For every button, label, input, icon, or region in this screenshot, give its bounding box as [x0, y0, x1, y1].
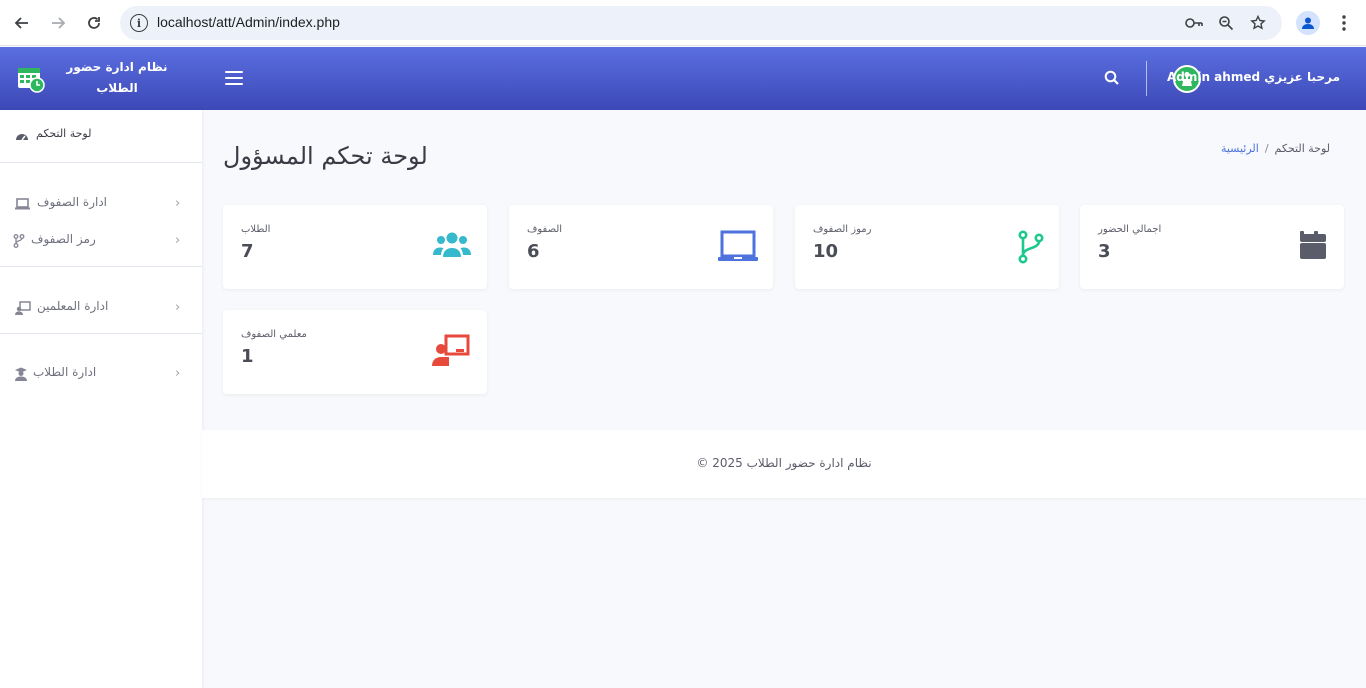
arrow-left-icon	[14, 17, 28, 29]
card-value: 6	[527, 241, 540, 262]
sidebar-item-label: ادارة الصفوف	[37, 195, 108, 209]
brand-title[interactable]: نظام ادارة حضور الطلاب	[62, 57, 172, 99]
chevron-right-icon: ›	[175, 300, 181, 315]
code-branch-icon	[13, 233, 27, 248]
site-info-icon[interactable]: i	[130, 14, 148, 32]
stat-card-attendance[interactable]: اجمالي الحضور 3	[1080, 205, 1344, 289]
forward-button[interactable]	[46, 11, 70, 35]
footer-copyright: نظام ادارة حضور الطلاب 2025 ©	[696, 456, 872, 470]
arrow-right-icon	[52, 17, 66, 29]
menu-toggle-icon[interactable]	[225, 71, 243, 85]
card-label: معلمي الصفوف	[241, 329, 307, 340]
brand-line-2: الطلاب	[96, 81, 138, 95]
stat-card-students[interactable]: الطلاب 7	[223, 205, 487, 289]
card-label: الصفوف	[527, 224, 563, 235]
breadcrumb-current: لوحة التحكم	[1274, 142, 1330, 155]
person-icon	[1302, 17, 1314, 29]
stat-card-teachers[interactable]: معلمي الصفوف 1	[223, 310, 487, 394]
sidebar-item-students[interactable]: ادارة الطلاب ›	[0, 358, 202, 388]
user-graduate-icon	[15, 366, 29, 381]
sidebar-item-label: لوحة التحكم	[36, 127, 92, 140]
calendar-icon	[1294, 227, 1334, 267]
laptop-icon	[718, 227, 758, 267]
stat-card-classes[interactable]: الصفوف 6	[509, 205, 773, 289]
card-value: 3	[1098, 241, 1111, 262]
search-icon[interactable]	[1104, 70, 1120, 86]
sidebar-item-class-codes[interactable]: رمز الصفوف ›	[0, 225, 202, 255]
chalkboard-teacher-icon	[15, 300, 31, 315]
chevron-right-icon: ›	[175, 196, 181, 211]
footer: نظام ادارة حضور الطلاب 2025 ©	[202, 430, 1366, 498]
sidebar-item-label: رمز الصفوف	[31, 232, 96, 246]
profile-button[interactable]	[1296, 11, 1320, 35]
sidebar-divider	[0, 266, 202, 267]
url-text[interactable]: localhost/att/Admin/index.php	[157, 14, 340, 30]
address-bar[interactable]: i localhost/att/Admin/index.php	[120, 6, 1282, 40]
page-title: لوحة تحكم المسؤول	[223, 142, 428, 170]
card-label: رموز الصفوف	[813, 224, 872, 235]
user-greeting[interactable]: مرحبا عزيزي Admin ahmed	[1167, 70, 1340, 84]
reload-button[interactable]	[82, 11, 106, 35]
star-icon[interactable]	[1248, 13, 1268, 33]
tachometer-icon	[15, 128, 29, 142]
card-label: الطلاب	[241, 224, 271, 235]
sidebar-item-classes[interactable]: ادارة الصفوف ›	[0, 188, 202, 218]
sidebar-divider	[0, 333, 202, 334]
zoom-icon[interactable]	[1216, 13, 1236, 33]
card-value: 1	[241, 346, 254, 367]
top-navbar: نظام ادارة حضور الطلاب مرحبا عزيزي Admin…	[0, 47, 1366, 110]
chalkboard-teacher-icon	[432, 332, 472, 372]
sidebar-item-teachers[interactable]: ادارة المعلمين ›	[0, 292, 202, 322]
more-vert-icon	[1342, 15, 1346, 31]
card-value: 7	[241, 241, 254, 262]
users-icon	[432, 227, 472, 267]
reload-icon	[88, 17, 100, 29]
card-label: اجمالي الحضور	[1098, 224, 1162, 235]
stat-card-class-codes[interactable]: رموز الصفوف 10	[795, 205, 1059, 289]
browser-toolbar: i localhost/att/Admin/index.php	[0, 0, 1366, 46]
laptop-icon	[15, 196, 30, 210]
sidebar-divider	[0, 162, 202, 163]
sidebar-item-dashboard[interactable]: لوحة التحكم	[0, 120, 202, 150]
chevron-right-icon: ›	[175, 233, 181, 248]
breadcrumb-separator: /	[1264, 142, 1269, 155]
breadcrumb: لوحة التحكم / الرئيسية	[1221, 142, 1330, 155]
back-button[interactable]	[10, 11, 34, 35]
sidebar-item-label: ادارة المعلمين	[37, 299, 109, 313]
sidebar-item-label: ادارة الطلاب	[33, 365, 97, 379]
code-branch-icon	[1007, 227, 1047, 267]
calendar-clock-icon[interactable]	[17, 65, 45, 93]
card-value: 10	[813, 241, 839, 262]
browser-menu-button[interactable]	[1334, 11, 1354, 35]
brand-line-1: نظام ادارة حضور	[66, 60, 168, 74]
breadcrumb-home-link[interactable]: الرئيسية	[1221, 142, 1259, 155]
sidebar: لوحة التحكم ادارة الصفوف › رمز الصفوف › …	[0, 110, 202, 688]
key-icon[interactable]	[1184, 13, 1204, 33]
chevron-right-icon: ›	[175, 366, 181, 381]
topbar-divider	[1146, 61, 1147, 96]
